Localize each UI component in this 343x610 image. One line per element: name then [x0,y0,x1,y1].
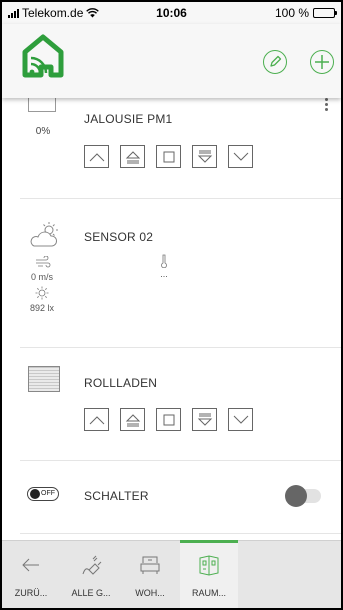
rollladen-down-button[interactable] [228,408,253,431]
device-card-schalter[interactable]: OFF SCHALTER [2,461,341,534]
pencil-icon [270,55,282,67]
jalousie-controls [84,145,253,168]
sofa-icon [140,556,160,574]
thermometer-icon [161,254,167,268]
weather-icon [30,222,58,247]
schalter-toggle[interactable] [285,485,321,507]
down-icon [233,152,248,161]
add-button[interactable] [310,50,334,74]
down-limit-icon [197,413,212,426]
up-icon [89,152,104,161]
up-limit-icon [125,150,140,163]
more-menu-icon[interactable] [325,98,329,112]
device-card-sensor[interactable]: SENSOR 02 0 m/s ... 892 lx [2,199,341,348]
switch-badge: OFF [41,490,55,497]
device-title: JALOUSIE PM1 [84,112,173,126]
rollladen-stop-button[interactable] [156,408,181,431]
rollladen-controls [84,408,253,431]
device-card-rollladen[interactable]: ROLLLADEN [2,348,341,461]
nav-back[interactable]: ZURÜ... [2,541,60,608]
nav-label: ZURÜ... [14,588,48,598]
plug-icon [82,555,102,575]
temperature-value: ... [160,269,168,279]
nav-living-room[interactable]: WOH... [121,541,179,608]
device-title: SENSOR 02 [84,230,154,244]
switch-off-icon: OFF [27,487,59,501]
device-card-jalousie[interactable]: 0% JALOUSIE PM1 [2,98,341,199]
nav-label: ALLE G... [71,588,111,598]
jalousie-position: 0% [35,126,51,137]
battery-group: 100 % [274,6,337,20]
toggle-knob [285,485,307,507]
battery-icon [313,8,337,18]
device-title: SCHALTER [84,489,149,503]
plus-icon [315,55,329,69]
rollladen-up-button[interactable] [84,408,109,431]
divider [20,533,341,534]
lux-value: 892 lx [29,303,55,313]
rollladen-icon [28,366,60,392]
sun-icon [35,286,49,300]
app-frame: Telekom.de 10:06 100 % 0% JALOUSIE PM1 S… [0,0,343,610]
nav-label: RAUM... [191,588,226,598]
nav-room[interactable]: RAUM... [180,540,238,608]
down-limit-icon [197,150,212,163]
smart-home-logo-icon[interactable] [22,34,64,78]
jalousie-up-limit-button[interactable] [120,145,145,168]
battery-percent: 100 % [274,6,309,20]
edit-button[interactable] [263,50,287,74]
back-arrow-icon [22,558,39,572]
jalousie-stop-button[interactable] [156,145,181,168]
jalousie-down-button[interactable] [228,145,253,168]
jalousie-icon [28,98,56,112]
nav-label: WOH... [135,588,165,598]
status-bar: Telekom.de 10:06 100 % [2,2,341,24]
wind-icon [36,256,51,268]
down-icon [233,415,248,424]
rollladen-down-limit-button[interactable] [192,408,217,431]
wind-value: 0 m/s [30,272,53,282]
stop-icon [163,151,174,162]
up-icon [89,415,104,424]
device-list: 0% JALOUSIE PM1 SENSOR 02 0 m/s ... 892 … [2,98,341,540]
stop-icon [163,414,174,425]
jalousie-down-limit-button[interactable] [192,145,217,168]
app-header [2,24,341,98]
nav-all-devices[interactable]: ALLE G... [62,541,120,608]
device-title: ROLLLADEN [84,376,158,390]
up-limit-icon [125,413,140,426]
rollladen-up-limit-button[interactable] [120,408,145,431]
room-icon [199,555,219,576]
bottom-navigation: ZURÜ... ALLE G... WOH... RAUM... [2,540,341,608]
jalousie-up-button[interactable] [84,145,109,168]
